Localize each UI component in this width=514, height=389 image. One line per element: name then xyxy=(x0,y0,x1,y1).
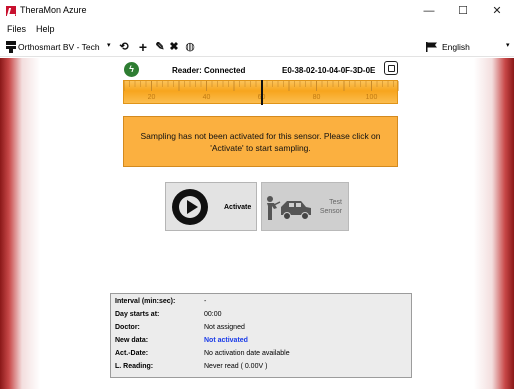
title-bar: TheraMon Azure — ☐ ✕ xyxy=(0,0,514,22)
info-value: Not activated xyxy=(204,337,248,344)
info-row: Doctor: Not assigned xyxy=(115,323,407,336)
add-icon[interactable]: + xyxy=(136,40,150,54)
voltage-gauge: 20 40 60 80 100 xyxy=(123,80,399,105)
play-icon xyxy=(172,189,208,225)
mechanic-car-icon xyxy=(267,196,311,220)
edit-icon[interactable]: ✎ xyxy=(153,40,167,54)
info-row: L. Reading: Never read ( 0.00V ) xyxy=(115,362,407,375)
organization-icon xyxy=(6,41,16,53)
delete-icon[interactable]: ✖ xyxy=(167,40,181,54)
test-sensor-button[interactable]: Test Sensor xyxy=(261,182,349,231)
maximize-button[interactable]: ☐ xyxy=(446,0,480,22)
language-dropdown-icon[interactable]: ▾ xyxy=(506,41,510,49)
info-label: L. Reading: xyxy=(115,363,154,370)
info-label: Doctor: xyxy=(115,324,140,331)
info-label: New data: xyxy=(115,337,149,344)
organization-dropdown-icon[interactable]: ▾ xyxy=(107,41,111,49)
organization-select[interactable]: Orthosmart BV - Tech xyxy=(18,42,100,52)
info-row: Interval (min:sec): - xyxy=(115,297,407,310)
gauge-label: 20 xyxy=(147,94,156,101)
minimize-button[interactable]: — xyxy=(412,0,446,22)
refresh-icon[interactable]: ⟲ xyxy=(117,40,131,54)
info-value: No activation date available xyxy=(204,350,290,357)
info-value: - xyxy=(204,298,207,305)
sampling-notice: Sampling has not been activated for this… xyxy=(123,116,398,167)
window-title: TheraMon Azure xyxy=(20,5,87,15)
reader-id: E0-38-02-10-04-0F-3D-0E xyxy=(282,66,376,75)
flag-icon xyxy=(426,42,437,52)
globe-icon[interactable]: ◍ xyxy=(183,40,197,54)
info-value: 00:00 xyxy=(204,311,222,318)
close-button[interactable]: ✕ xyxy=(480,0,514,22)
activate-label: Activate xyxy=(224,204,252,211)
gauge-label: 40 xyxy=(202,94,211,101)
info-value: Never read ( 0.00V ) xyxy=(204,363,268,370)
language-select[interactable]: English xyxy=(442,42,470,52)
info-label: Day starts at: xyxy=(115,311,160,318)
toolbar: Orthosmart BV - Tech ▾ ⟲ + ✎ ✖ ◍ English… xyxy=(0,37,514,57)
info-row: Day starts at: 00:00 xyxy=(115,310,407,323)
menu-bar: Files Help xyxy=(0,22,514,37)
test-sensor-label: Test Sensor xyxy=(320,198,342,216)
reader-status: Reader: Connected xyxy=(172,66,246,75)
connection-status-icon: ϟ xyxy=(124,62,139,77)
gauge-label: 100 xyxy=(365,94,378,101)
info-label: Act.-Date: xyxy=(115,350,149,357)
activate-button[interactable]: Activate xyxy=(165,182,257,231)
test-label-line2: Sensor xyxy=(319,208,342,215)
info-value: Not assigned xyxy=(204,324,245,331)
info-row: New data: Not activated xyxy=(115,336,407,349)
sensor-chip-icon[interactable] xyxy=(384,61,398,75)
menu-files[interactable]: Files xyxy=(7,24,26,34)
app-logo-icon xyxy=(6,6,16,16)
info-row: Act.-Date: No activation date available xyxy=(115,349,407,362)
menu-help[interactable]: Help xyxy=(36,24,55,34)
sensor-info-panel: Interval (min:sec): - Day starts at: 00:… xyxy=(110,293,412,378)
gauge-needle xyxy=(260,80,263,105)
info-label: Interval (min:sec): xyxy=(115,298,176,305)
test-label-line1: Test xyxy=(329,199,342,206)
gauge-label: 80 xyxy=(312,94,321,101)
